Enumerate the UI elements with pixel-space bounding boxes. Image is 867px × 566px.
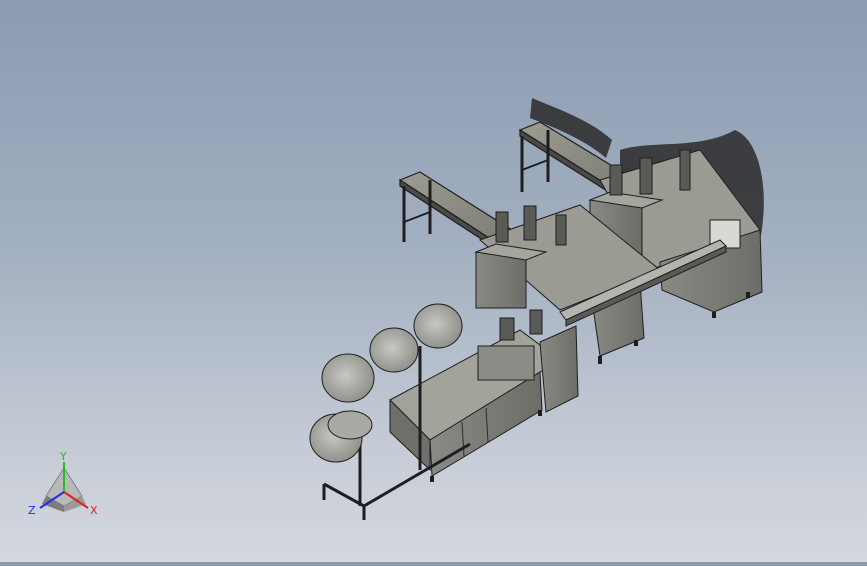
y-axis-label: Y	[59, 450, 67, 463]
coordinate-triad[interactable]: Y X Z	[28, 450, 98, 517]
graphics-viewport[interactable]: Y X Z	[0, 0, 867, 562]
assembly-model[interactable]: Y X Z	[0, 0, 867, 562]
x-axis-label: X	[90, 504, 98, 517]
z-axis-label: Z	[28, 504, 36, 517]
